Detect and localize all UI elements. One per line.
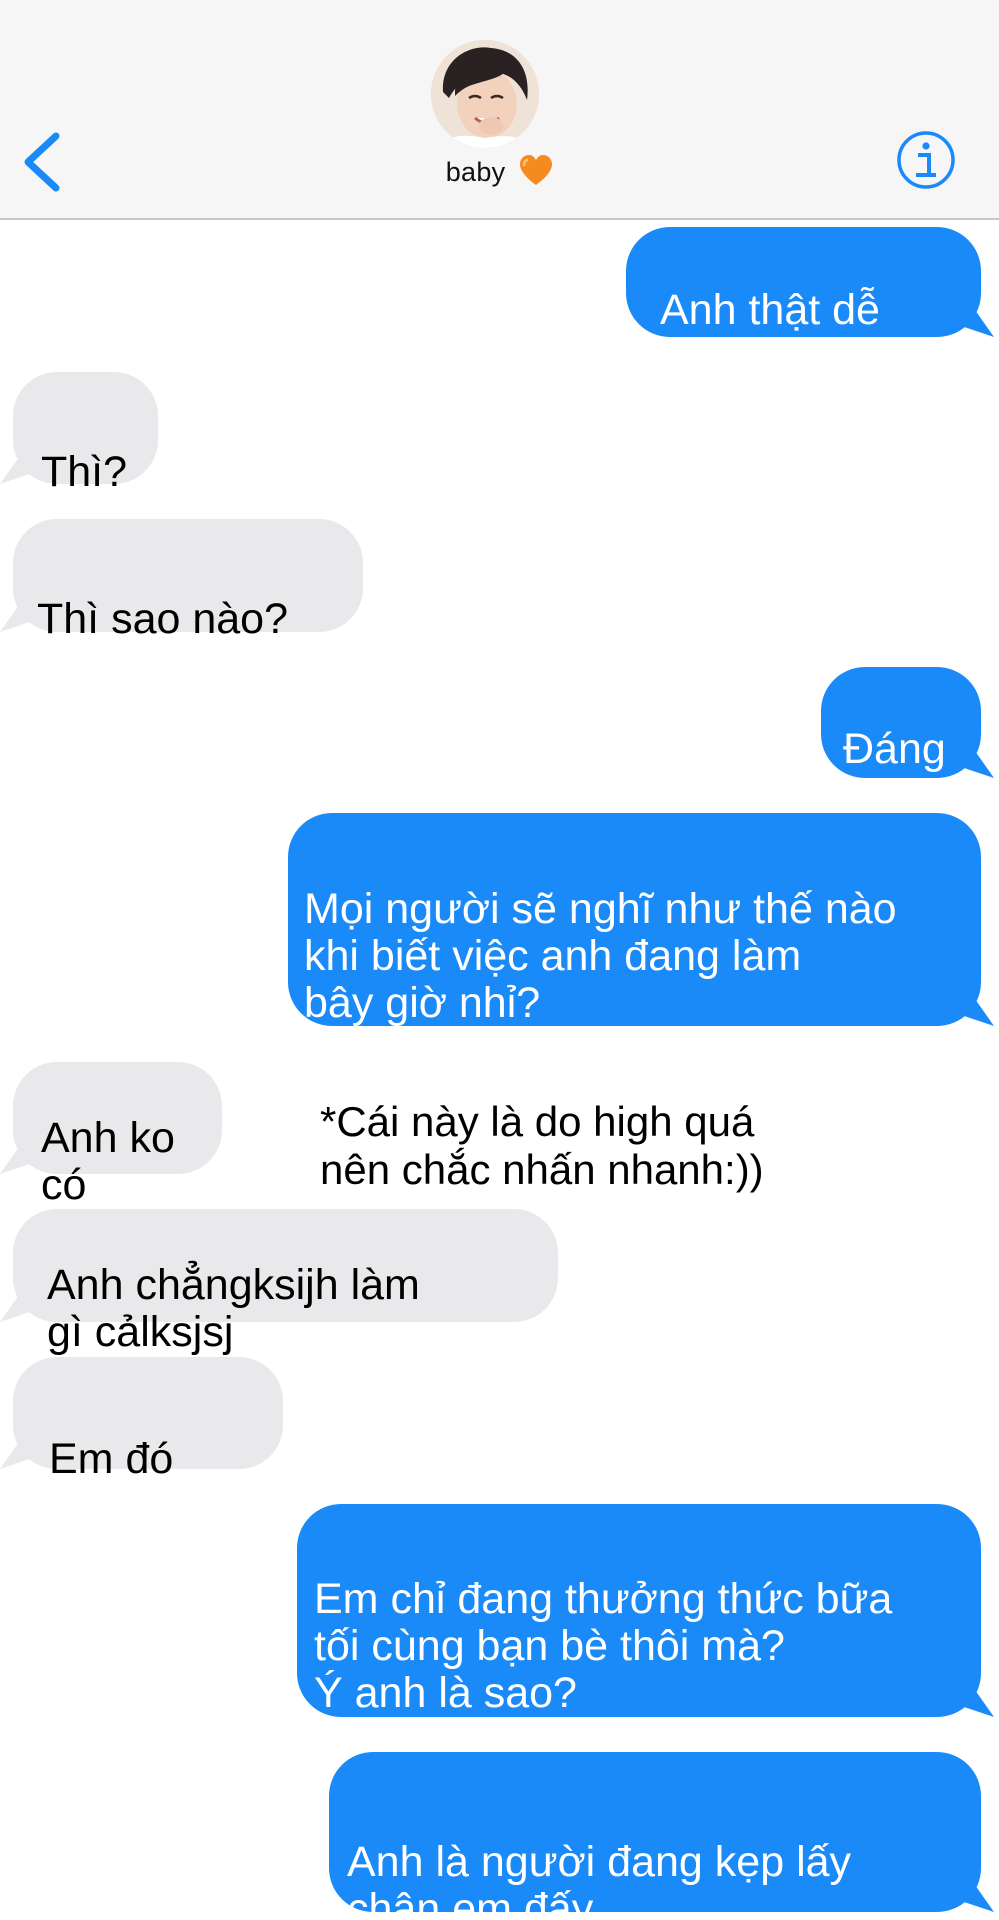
message-text: Mọi người sẽ nghĩ như thế nào khi biết v… bbox=[304, 885, 897, 1027]
message-text: Anh chẳngksijh làm gì cảlksjsj bbox=[47, 1261, 420, 1356]
contact-name-row[interactable]: baby bbox=[0, 154, 999, 190]
avatar-portrait bbox=[431, 40, 539, 148]
message-sent[interactable]: Em chỉ đang thưởng thức bữa tối cùng bạn… bbox=[297, 1504, 981, 1717]
message-sent[interactable]: Đáng yêu bbox=[821, 667, 981, 820]
info-button[interactable] bbox=[895, 129, 957, 191]
message-text: Đáng yêu bbox=[843, 725, 946, 820]
message-received[interactable]: Anh ko có bbox=[13, 1062, 222, 1209]
message-received[interactable]: Em đó bbox=[13, 1357, 283, 1483]
annotation-note: *Cái này là do high quá nên chắc nhấn nh… bbox=[320, 1098, 764, 1193]
chat-screen: baby Anh thật dễ đoán Thì? Thì sao nào? … bbox=[0, 0, 999, 1920]
message-text: Anh thật dễ đoán bbox=[660, 286, 880, 381]
info-circle-icon bbox=[897, 131, 955, 189]
message-received[interactable]: Anh chẳngksijh làm gì cảlksjsj bbox=[13, 1209, 558, 1356]
message-received[interactable]: Thì? bbox=[13, 372, 158, 496]
conversation-header: baby bbox=[0, 0, 999, 220]
message-received[interactable]: Thì sao nào? bbox=[13, 519, 363, 643]
message-sent[interactable]: Anh thật dễ đoán bbox=[626, 227, 981, 381]
message-text: Em chỉ đang thưởng thức bữa tối cùng bạn… bbox=[314, 1575, 893, 1717]
orange-heart-icon bbox=[520, 155, 553, 185]
message-text: Thì? bbox=[41, 448, 128, 496]
message-sent[interactable]: Anh là người đang kẹp lấy chân em đấy bbox=[329, 1752, 981, 1920]
message-text: Anh là người đang kẹp lấy chân em đấy bbox=[347, 1838, 852, 1920]
message-text: Anh ko có bbox=[41, 1114, 175, 1209]
contact-name: baby bbox=[445, 157, 506, 187]
contact-avatar[interactable] bbox=[431, 40, 539, 148]
message-text: Thì sao nào? bbox=[37, 595, 289, 643]
message-sent[interactable]: Mọi người sẽ nghĩ như thế nào khi biết v… bbox=[288, 813, 981, 1027]
message-text: Em đó bbox=[49, 1435, 174, 1483]
